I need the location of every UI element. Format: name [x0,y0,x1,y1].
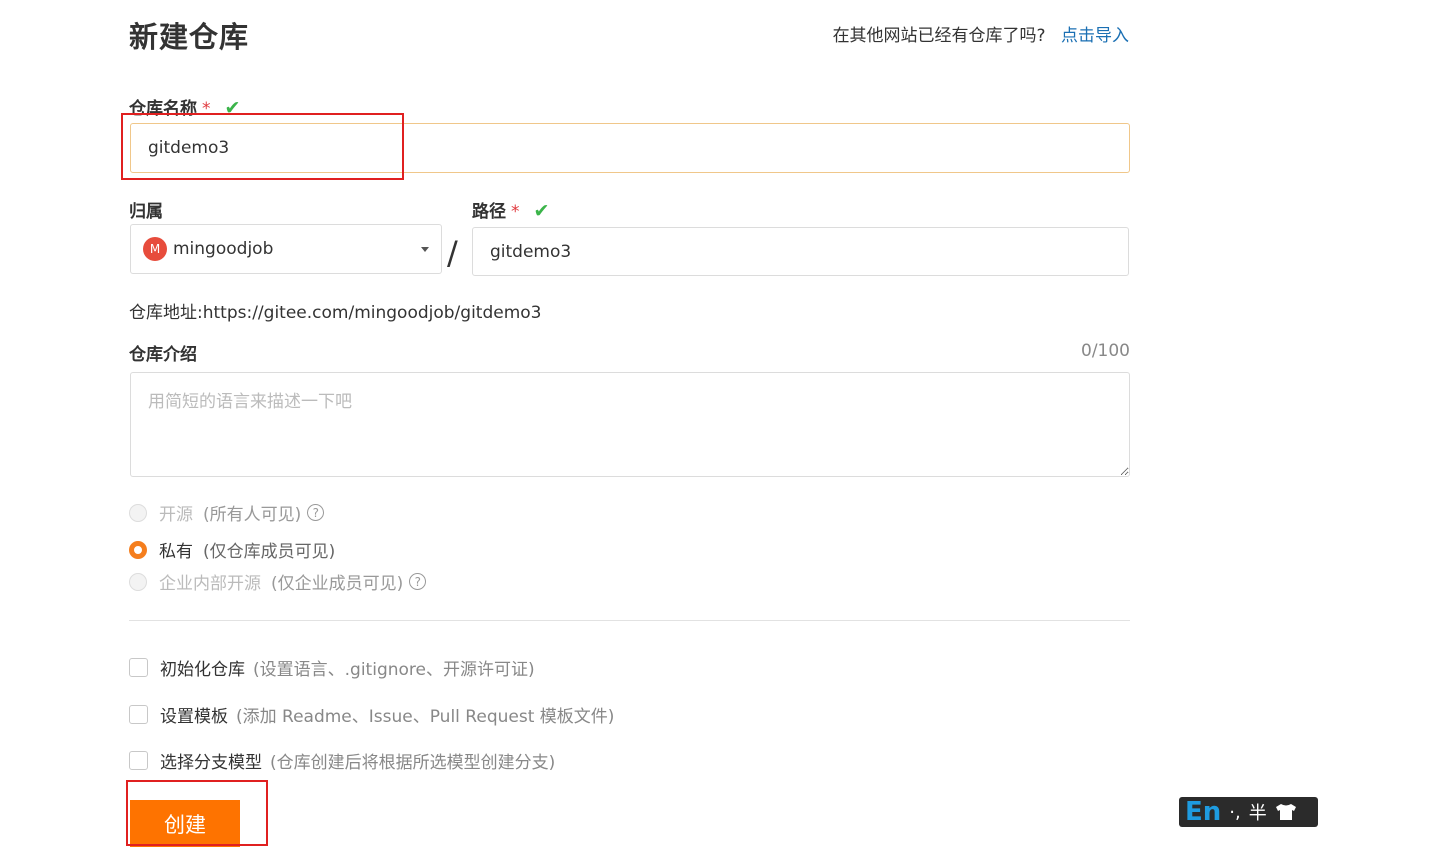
ime-punct: ·, [1229,801,1241,823]
radio-label: 开源 [159,505,193,525]
required-mark: * [511,202,520,222]
radio-hint: (所有人可见) [203,505,302,525]
repo-name-label: 仓库名称 * ✔ [129,94,240,119]
owner-select[interactable]: M mingoodjob [130,224,442,274]
ime-status-bar[interactable]: En ·, 半 [1179,797,1318,827]
radio-label: 企业内部开源 [159,574,261,594]
radio-private[interactable]: 私有 (仅仓库成员可见) [129,537,335,562]
intro-textarea[interactable] [130,372,1130,477]
chevron-down-icon [421,247,429,252]
owner-label: 归属 [129,202,163,222]
radio-enterprise-open[interactable]: 企业内部开源 (仅企业成员可见) ? [129,569,427,594]
repo-name-input[interactable] [130,123,1130,173]
page-title: 新建仓库 [129,20,250,54]
import-link[interactable]: 点击导入 [1061,26,1129,46]
radio-open-source[interactable]: 开源 (所有人可见) ? [129,500,325,525]
checkbox-hint: (添加 Readme、Issue、Pull Request 模板文件) [236,707,615,727]
help-icon[interactable]: ? [409,573,427,590]
checkbox-set-template[interactable]: 设置模板 (添加 Readme、Issue、Pull Request 模板文件) [129,702,614,727]
checkbox-label: 初始化仓库 [160,660,245,680]
checkbox[interactable] [129,751,148,770]
radio-button-checked[interactable] [129,540,147,559]
checkbox[interactable] [129,658,148,677]
divider [129,620,1130,621]
help-icon[interactable]: ? [307,504,325,521]
checkbox-branch-model[interactable]: 选择分支模型 (仓库创建后将根据所选模型创建分支) [129,748,555,773]
checkbox-label: 选择分支模型 [160,753,262,773]
checkbox[interactable] [129,705,148,724]
import-prompt-text: 在其他网站已经有仓库了吗? [832,26,1046,46]
radio-button[interactable] [129,503,147,522]
create-button[interactable]: 创建 [130,800,240,847]
ime-width: 半 [1248,803,1267,824]
ime-mode: En [1185,797,1222,827]
repo-name-label-text: 仓库名称 [129,99,197,119]
valid-check-icon: ✔ [533,200,550,222]
checkbox-init-repo[interactable]: 初始化仓库 (设置语言、.gitignore、开源许可证) [129,655,535,680]
repo-url-text: 仓库地址:https://gitee.com/mingoodjob/gitdem… [129,303,542,323]
checkbox-hint: (仓库创建后将根据所选模型创建分支) [270,753,556,773]
intro-label: 仓库介绍 [129,345,197,365]
import-prompt: 在其他网站已经有仓库了吗? 点击导入 [833,21,1129,46]
radio-hint: (仅企业成员可见) [271,574,404,594]
owner-select-value: mingoodjob [173,239,274,259]
radio-label: 私有 [159,542,193,562]
checkbox-hint: (设置语言、.gitignore、开源许可证) [253,660,535,680]
path-input[interactable] [472,227,1129,276]
avatar: M [143,237,167,261]
intro-counter: 0/100 [1081,341,1130,361]
path-label: 路径 * ✔ [472,197,549,222]
skin-icon [1275,804,1296,820]
required-mark: * [202,99,211,119]
checkbox-label: 设置模板 [160,707,228,727]
path-label-text: 路径 [472,202,506,222]
path-separator: / [447,234,458,272]
radio-hint: (仅仓库成员可见) [203,542,336,562]
valid-check-icon: ✔ [224,97,241,119]
radio-button[interactable] [129,572,147,591]
